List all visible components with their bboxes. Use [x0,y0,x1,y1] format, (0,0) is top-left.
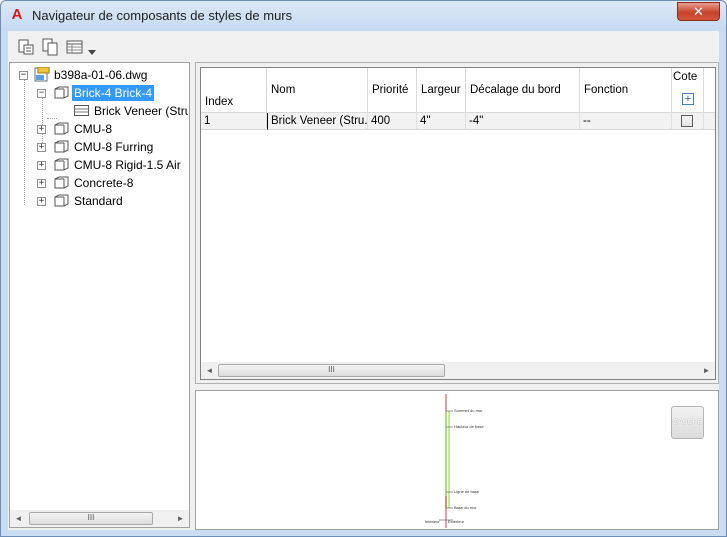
preview-label-baseline: Ligne de base [454,489,480,494]
tree-root[interactable]: − b398a-01-06.dwg [10,66,188,84]
autocad-app-icon: A [11,6,23,23]
tree-item-brick-veneer[interactable]: Brick Veneer (Struc [10,102,188,120]
copy-component-icon[interactable] [41,38,61,56]
cell-priorite[interactable]: 400 [368,113,417,130]
preview-label-interior: Intérieur [425,519,440,524]
toolbar [8,31,719,62]
expand-icon[interactable]: + [37,179,46,188]
dialog-window: A Navigateur de composants de styles de … [0,0,727,537]
cell-decalage[interactable]: -4" [466,113,580,130]
tree-item-standard[interactable]: + Standard [10,192,188,210]
drawing-file-icon [34,66,50,82]
cell-index[interactable]: 1 [201,113,267,130]
expand-icon[interactable]: + [37,125,46,134]
expand-icon[interactable]: + [37,197,46,206]
tree-item-label: Brick-4 Brick-4 [72,85,155,101]
cell-nom[interactable]: Brick Veneer (Stru... [267,113,368,130]
preview-label-base-height: Hauteur de base [454,424,484,429]
column-header-fonction[interactable]: Fonction [580,68,672,113]
preview-label-exterior: Extérieur [448,519,465,524]
cell-cote[interactable] [672,113,704,130]
cell-fonction[interactable]: -- [580,113,672,130]
column-header-index[interactable]: Index [201,68,267,113]
collapse-icon[interactable]: − [37,89,46,98]
scroll-thumb[interactable]: III [29,512,153,525]
scroll-left-icon[interactable]: ◄ [10,510,27,527]
grid-horizontal-scrollbar[interactable]: ◄ III ► [201,362,715,379]
chevron-down-icon[interactable] [88,44,96,55]
column-header-nom[interactable]: Nom [267,68,368,113]
wall-style-icon [54,194,69,207]
collapse-icon[interactable]: − [19,71,28,80]
expand-icon[interactable]: + [37,143,46,152]
window-title: Navigateur de composants de styles de mu… [32,8,293,23]
column-header-decalage[interactable]: Décalage du bord [466,68,580,113]
wall-component-icon [74,105,89,118]
tree-item-label: CMU-8 Rigid-1.5 Air [74,158,181,172]
expand-icon[interactable]: + [37,161,46,170]
tree-item-label: Brick Veneer (Struc [94,104,188,118]
tree-item-label: Concrete-8 [74,176,134,190]
preview-label-bottom: Base du mur [454,505,477,510]
wall-style-icon [54,158,69,171]
tree-item-cmu-8[interactable]: + CMU-8 [10,120,188,138]
title-bar: A Navigateur de composants de styles de … [1,1,726,31]
wall-preview: Sommet du mur Hauteur de base Ligne de b… [195,390,719,530]
tree-item-label: CMU-8 Furring [74,140,154,154]
wall-style-icon [54,122,69,135]
tree-horizontal-scrollbar[interactable]: ◄ III ► [10,510,189,527]
component-grid-panel: Index Nom Priorité Largeur Décalage du b… [195,62,719,384]
tree-item-label: CMU-8 [74,122,112,136]
preview-label-top: Sommet du mur [454,408,483,413]
scroll-right-icon[interactable]: ► [698,362,715,379]
components-table: Index Nom Priorité Largeur Décalage du b… [200,67,716,380]
dialog-client-area: − b398a-01-06.dwg − Brick-4 Brick-4 Bric… [8,31,719,530]
tree-item-concrete-8[interactable]: + Concrete-8 [10,174,188,192]
tree-root-label: b398a-01-06.dwg [54,68,148,82]
scroll-thumb[interactable]: III [218,364,445,377]
wall-style-icon [54,176,69,189]
wall-style-icon [54,140,69,153]
add-dimension-icon[interactable]: + [682,93,694,105]
wall-style-icon [54,86,69,99]
component-tree: − b398a-01-06.dwg − Brick-4 Brick-4 Bric… [9,62,190,528]
tree-item-cmu-8-furring[interactable]: + CMU-8 Furring [10,138,188,156]
cell-largeur[interactable]: 4" [417,113,466,130]
scroll-right-icon[interactable]: ► [172,510,189,527]
new-component-icon[interactable] [17,38,37,56]
close-button[interactable]: ✕ [677,2,720,21]
column-header-priorite[interactable]: Priorité [368,68,417,113]
side-toggle-button[interactable]: GAUCHE [671,406,704,439]
tree-item-brick-4[interactable]: − Brick-4 Brick-4 [10,84,188,102]
column-header-cote[interactable]: Cote + [672,68,704,113]
tree-item-label: Standard [74,194,123,208]
scroll-left-icon[interactable]: ◄ [201,362,218,379]
column-header-largeur[interactable]: Largeur [417,68,466,113]
cote-checkbox[interactable] [681,115,693,127]
table-view-icon[interactable] [65,38,85,56]
tree-item-cmu-8-rigid[interactable]: + CMU-8 Rigid-1.5 Air [10,156,188,174]
